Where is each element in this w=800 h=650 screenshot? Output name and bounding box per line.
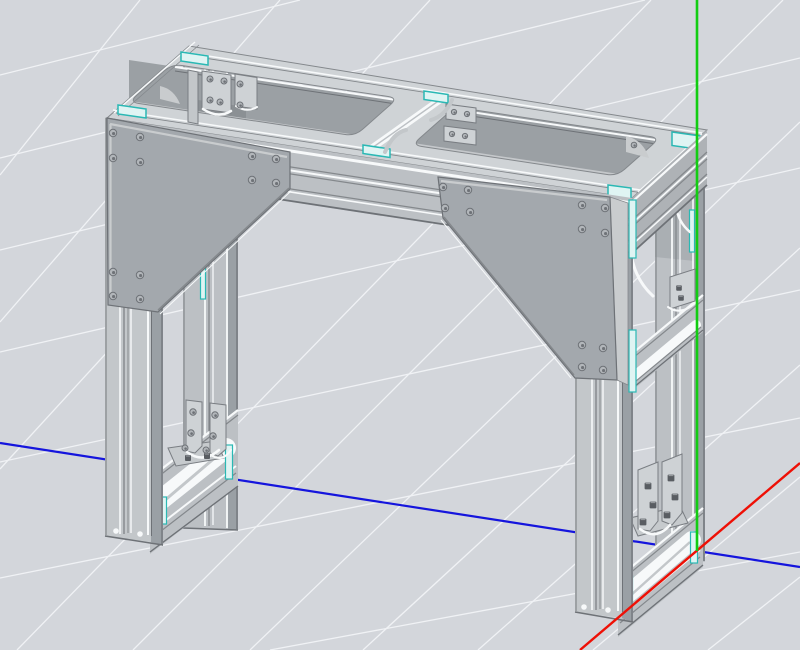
viewport-canvas[interactable] — [0, 0, 800, 650]
cad-viewport[interactable] — [0, 0, 800, 650]
